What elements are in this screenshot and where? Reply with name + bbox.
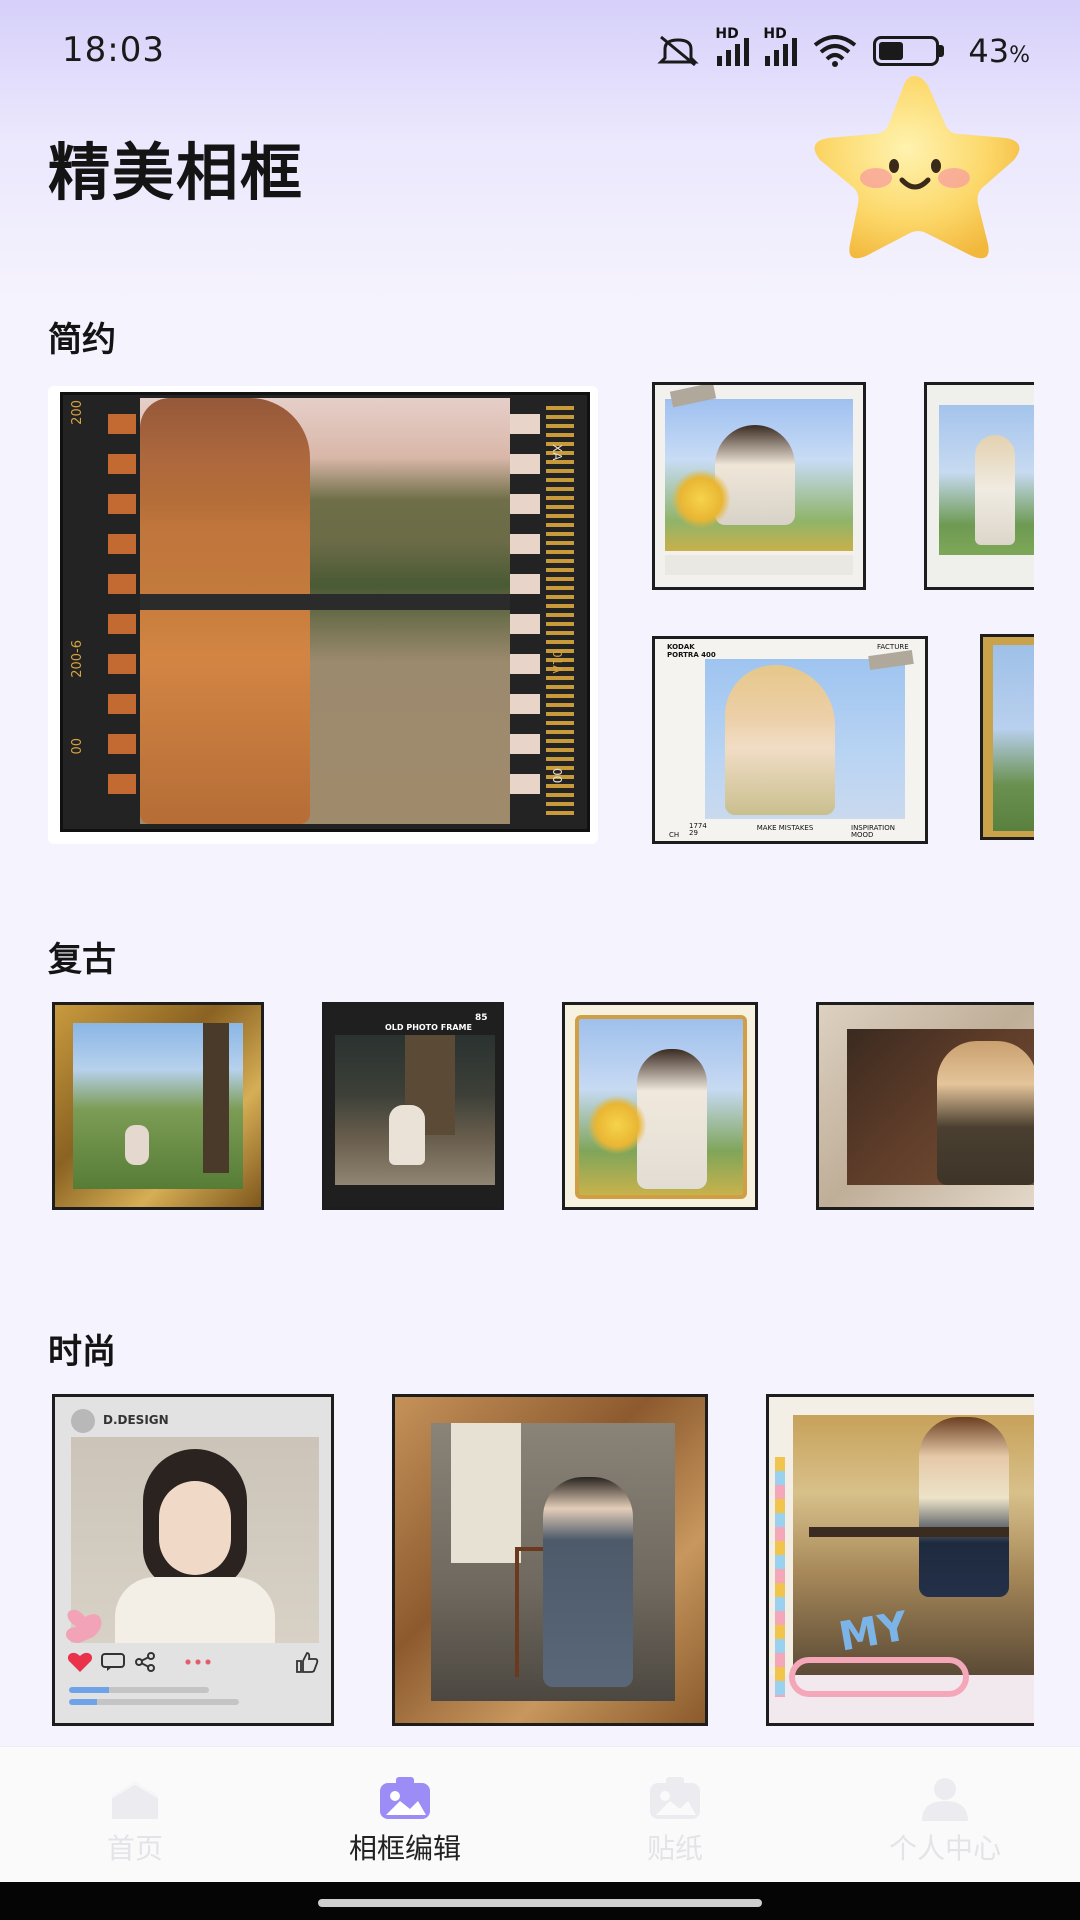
- frame-partial-2[interactable]: [980, 634, 1034, 840]
- film-label-right-top: XA: [550, 444, 564, 461]
- poster-make: MAKE MISTAKES: [756, 824, 814, 832]
- nav-profile-label: 个人中心: [888, 1832, 1001, 1865]
- frame-film-strip[interactable]: 200 200-6 00 XA 01A 00: [48, 386, 598, 844]
- battery-percent: 43%: [968, 32, 1030, 70]
- frame-poster[interactable]: KODAK PORTRA 400 FACTURE MAKE MISTAKES I…: [652, 636, 928, 844]
- nav-frame-edit-label: 相框编辑: [348, 1832, 461, 1865]
- nav-home[interactable]: 首页: [0, 1747, 270, 1883]
- nav-profile[interactable]: 个人中心: [810, 1747, 1080, 1883]
- status-time: 18:03: [62, 30, 165, 70]
- frame-social-post[interactable]: D.DESIGN: [52, 1394, 334, 1726]
- page-title: 精美相框: [48, 136, 305, 209]
- film-label-right-bottom: 00: [550, 768, 564, 784]
- frame-old-photo[interactable]: 85 OLD PHOTO FRAME: [322, 1002, 504, 1210]
- d-design-label: D.DESIGN: [103, 1413, 169, 1427]
- old-photo-title: OLD PHOTO FRAME: [385, 1023, 472, 1032]
- profile-icon: [922, 1778, 968, 1821]
- film-label-mid: 200-6: [70, 640, 85, 678]
- nav-frame-edit[interactable]: 相框编辑: [270, 1747, 540, 1883]
- frame-edit-icon: [380, 1777, 430, 1819]
- section-title-fashion: 时尚: [48, 1332, 116, 1372]
- sticker-icon: [650, 1777, 700, 1819]
- section-title-retro: 复古: [48, 940, 116, 980]
- poster-num: 1774 29: [689, 822, 707, 837]
- home-gesture-handle[interactable]: [318, 1899, 762, 1907]
- frame-polaroid[interactable]: [652, 382, 866, 590]
- like-heart-icon: [67, 1652, 93, 1672]
- frame-floral-gold[interactable]: [562, 1002, 758, 1210]
- section-title-simple: 简约: [48, 320, 116, 360]
- heart-sticker-icon: [65, 1609, 102, 1643]
- frame-gold-ornate[interactable]: [52, 1002, 264, 1210]
- old-photo-number: 85: [475, 1013, 488, 1023]
- home-icon: [111, 1781, 159, 1819]
- share-icon: [135, 1652, 155, 1672]
- frame-wood-light[interactable]: [816, 1002, 1034, 1210]
- star-mascot-icon: [814, 76, 1020, 259]
- frame-wood-dark[interactable]: [392, 1394, 708, 1726]
- film-label-right-mid: 01A: [550, 650, 564, 674]
- nav-home-label: 首页: [106, 1832, 163, 1865]
- signal-1-icon: HD: [715, 26, 750, 66]
- film-label-bottom: 00: [70, 738, 85, 755]
- signal-2-icon: HD: [763, 26, 798, 66]
- poster-ch: CH: [669, 831, 680, 839]
- film-label-top: 200: [70, 400, 85, 425]
- nav-sticker-label: 贴纸: [646, 1832, 703, 1865]
- bottom-nav: 首页 相框编辑 贴纸 个人中心: [0, 1746, 1080, 1882]
- thumbs-up-icon: [296, 1652, 319, 1673]
- hd-label-2: HD: [763, 26, 787, 42]
- poster-facture: FACTURE: [877, 643, 909, 651]
- poster-brand: KODAK PORTRA 400: [667, 643, 716, 659]
- frame-partial-1[interactable]: [924, 382, 1034, 590]
- comment-icon: [101, 1653, 125, 1671]
- nav-sticker[interactable]: 贴纸: [540, 1747, 810, 1883]
- hd-label-1: HD: [715, 26, 739, 42]
- wifi-icon: [814, 35, 857, 67]
- frame-collage[interactable]: MY: [766, 1394, 1034, 1726]
- mute-icon: [657, 35, 699, 67]
- poster-inspiration: INSPIRATION MOOD: [851, 824, 895, 839]
- status-icons: HD HD 43%: [655, 26, 1030, 70]
- battery-icon: [873, 36, 945, 66]
